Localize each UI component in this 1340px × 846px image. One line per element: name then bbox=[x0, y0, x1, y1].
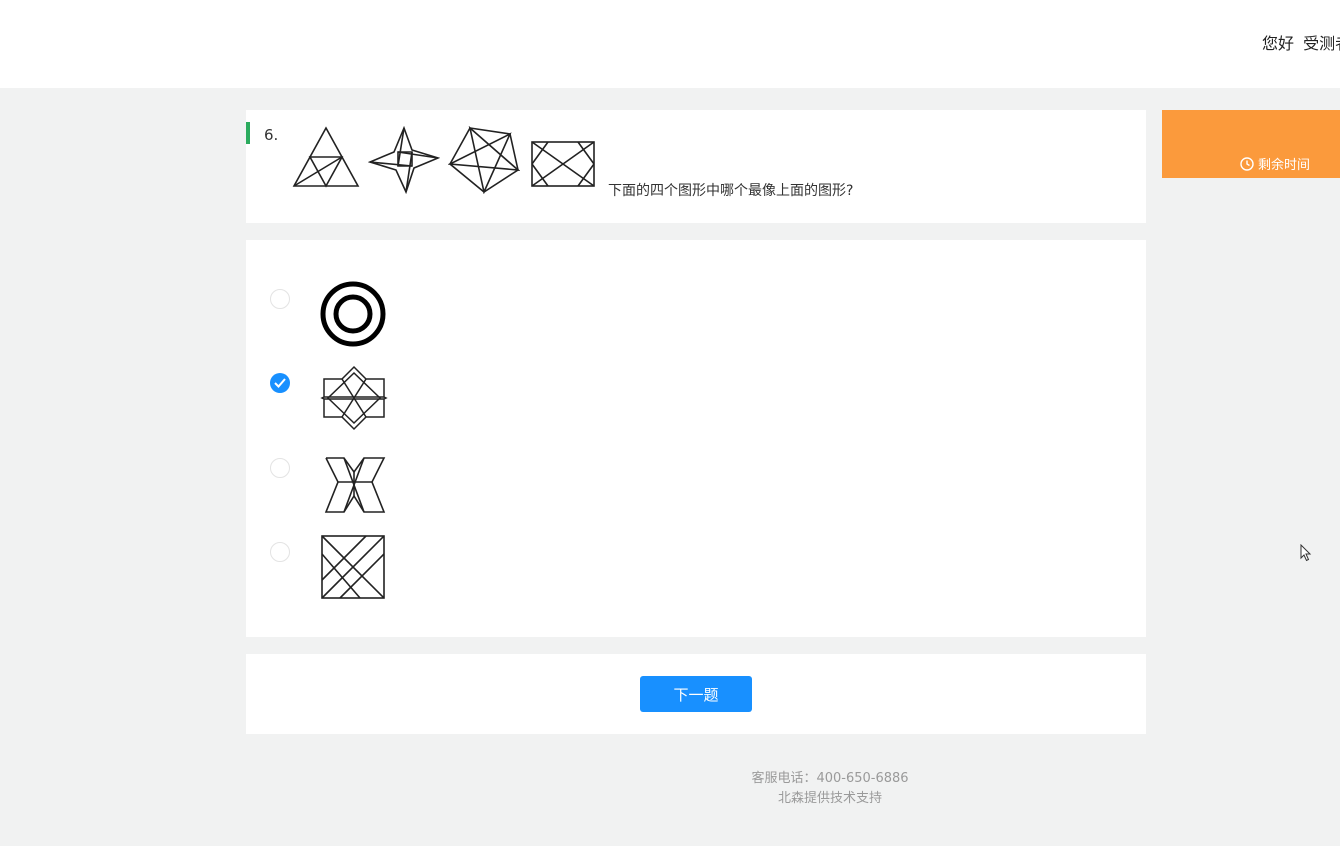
option-a-radio[interactable] bbox=[270, 289, 290, 309]
top-header: 您好 受测者 bbox=[0, 0, 1340, 88]
option-b[interactable] bbox=[246, 362, 1146, 442]
footer: 客服电话：400-650-6886 北森提供技术支持 bbox=[700, 769, 960, 809]
remaining-time-label: 剩余时间 bbox=[1258, 158, 1311, 173]
test-page: 您好 受测者 6. bbox=[0, 0, 1340, 846]
tech-support: 北森提供技术支持 bbox=[777, 791, 882, 806]
user-name[interactable]: 受测者 bbox=[1303, 34, 1340, 53]
support-phone: 客服电话：400-650-6886 bbox=[751, 771, 909, 786]
square-diagonals-figure bbox=[321, 535, 385, 599]
remaining-time: 剩余时间 bbox=[1240, 154, 1310, 173]
next-question-button[interactable]: 下一题 bbox=[640, 676, 752, 712]
concentric-circles-figure bbox=[320, 281, 386, 347]
clock-icon bbox=[1240, 156, 1254, 171]
four-point-star-figure bbox=[368, 126, 440, 194]
option-c-radio[interactable] bbox=[270, 458, 290, 478]
mouse-cursor-icon bbox=[1300, 544, 1312, 562]
option-b-radio-checked[interactable] bbox=[270, 373, 290, 393]
question-number: 6. bbox=[264, 126, 279, 144]
question-card: 6. 下面的四个图形中哪个最像上面的图形? bbox=[246, 110, 1146, 223]
options-card bbox=[246, 240, 1146, 637]
timer-panel: 剩余时间 bbox=[1162, 110, 1340, 178]
octagram-lattice-figure bbox=[320, 365, 388, 431]
option-d[interactable] bbox=[246, 534, 1146, 614]
pentagon-star-figure bbox=[448, 126, 520, 194]
navigation-card: 下一题 bbox=[246, 654, 1146, 734]
option-c[interactable] bbox=[246, 450, 1146, 530]
option-d-radio[interactable] bbox=[270, 542, 290, 562]
question-text: 下面的四个图形中哪个最像上面的图形? bbox=[608, 183, 854, 199]
option-a[interactable] bbox=[246, 274, 1146, 354]
check-icon bbox=[274, 378, 286, 388]
rectangle-cross-figure bbox=[531, 141, 595, 187]
greeting-text: 您好 bbox=[1262, 34, 1295, 53]
hourglass-cross-figure bbox=[324, 457, 386, 513]
user-greeting: 您好 受测者 bbox=[1262, 30, 1340, 54]
question-marker bbox=[246, 122, 250, 144]
triangle-figure bbox=[292, 126, 360, 188]
